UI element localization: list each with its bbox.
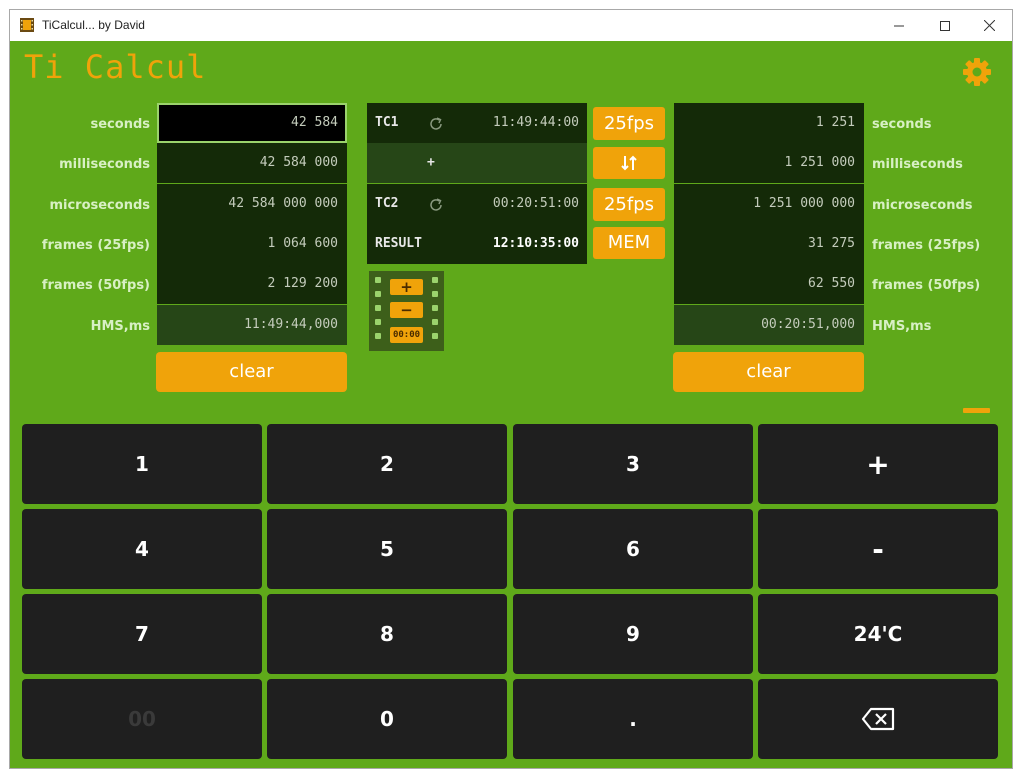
- right-hms-label: HMS,ms: [872, 319, 932, 334]
- key-8[interactable]: 8: [267, 594, 507, 674]
- main-content: Ti Calcul seconds milliseconds microseco…: [10, 41, 1012, 768]
- left-microseconds-label: microseconds: [49, 198, 150, 213]
- operator-sign: +: [427, 155, 435, 170]
- right-clear-button[interactable]: clear: [673, 352, 864, 392]
- minimize-icon: [894, 25, 904, 26]
- left-frames50-label: frames (50fps): [41, 278, 150, 293]
- right-microseconds-label: microseconds: [872, 198, 973, 213]
- backspace-icon: [861, 707, 895, 731]
- left-hms-label: HMS,ms: [90, 319, 150, 334]
- right-microseconds-field[interactable]: 1 251 000 000: [674, 184, 864, 224]
- key-dot[interactable]: .: [513, 679, 753, 759]
- close-button[interactable]: [966, 10, 1012, 41]
- left-hms-field[interactable]: 11:49:44,000: [157, 305, 347, 345]
- right-frames25-label: frames (25fps): [872, 238, 981, 253]
- left-milliseconds-label: milliseconds: [59, 157, 150, 172]
- tc2-label: TC2: [375, 196, 399, 211]
- key-plus[interactable]: +: [758, 424, 998, 504]
- key-6[interactable]: 6: [513, 509, 753, 589]
- right-frames50-field[interactable]: 62 550: [674, 264, 864, 304]
- tc1-label: TC1: [375, 115, 399, 130]
- tc2-fps-button[interactable]: 25fps: [593, 188, 665, 221]
- right-seconds-field[interactable]: 1 251: [674, 103, 864, 143]
- film-time-button[interactable]: 00:00: [390, 327, 423, 343]
- maximize-button[interactable]: [922, 10, 968, 41]
- tc1-fps-button[interactable]: 25fps: [593, 107, 665, 140]
- key-1[interactable]: 1: [22, 424, 262, 504]
- right-frames50-label: frames (50fps): [872, 278, 981, 293]
- tc1-value: 11:49:44:00: [492, 115, 579, 130]
- window-title: TiCalcul... by David: [42, 18, 145, 32]
- left-seconds-label: seconds: [90, 117, 151, 132]
- refresh-icon[interactable]: [427, 115, 445, 133]
- tc2-row[interactable]: TC2 00:20:51:00: [367, 184, 587, 224]
- refresh-icon[interactable]: [427, 196, 445, 214]
- minus-indicator: [963, 408, 990, 413]
- key-tc-toggle[interactable]: 24'C: [758, 594, 998, 674]
- app-window: TiCalcul... by David Ti Calcul seconds m…: [9, 9, 1013, 769]
- key-backspace[interactable]: [758, 679, 998, 759]
- result-label: RESULT: [375, 236, 422, 251]
- left-clear-button[interactable]: clear: [156, 352, 347, 392]
- result-row: RESULT 12:10:35:00: [367, 224, 587, 264]
- right-frames25-field[interactable]: 31 275: [674, 224, 864, 264]
- operator-row[interactable]: +: [367, 143, 587, 183]
- gear-icon[interactable]: [962, 57, 992, 87]
- left-frames25-field[interactable]: 1 064 600: [157, 224, 347, 264]
- film-minus-button[interactable]: −: [390, 302, 423, 318]
- key-3[interactable]: 3: [513, 424, 753, 504]
- swap-arrows-icon: [621, 155, 637, 171]
- key-7[interactable]: 7: [22, 594, 262, 674]
- close-icon: [983, 20, 995, 31]
- key-minus[interactable]: -: [758, 509, 998, 589]
- key-00[interactable]: 00: [22, 679, 262, 759]
- key-4[interactable]: 4: [22, 509, 262, 589]
- left-frames50-field[interactable]: 2 129 200: [157, 264, 347, 304]
- swap-button[interactable]: [593, 147, 665, 179]
- right-hms-field[interactable]: 00:20:51,000: [674, 305, 864, 345]
- title-bar: TiCalcul... by David: [10, 10, 1012, 41]
- left-microseconds-field[interactable]: 42 584 000 000: [157, 184, 347, 224]
- minimize-button[interactable]: [876, 10, 922, 41]
- tc2-value: 00:20:51:00: [492, 196, 579, 211]
- right-milliseconds-label: milliseconds: [872, 157, 963, 172]
- key-9[interactable]: 9: [513, 594, 753, 674]
- tc1-row[interactable]: TC1 11:49:44:00: [367, 103, 587, 143]
- left-frames25-label: frames (25fps): [41, 238, 150, 253]
- result-value: 12:10:35:00: [492, 236, 579, 251]
- left-milliseconds-field[interactable]: 42 584 000: [157, 143, 347, 183]
- app-icon: [20, 18, 34, 32]
- film-strip-icon[interactable]: + − 00:00: [369, 271, 444, 351]
- key-2[interactable]: 2: [267, 424, 507, 504]
- right-seconds-label: seconds: [872, 117, 932, 132]
- key-5[interactable]: 5: [267, 509, 507, 589]
- key-0[interactable]: 0: [267, 679, 507, 759]
- right-milliseconds-field[interactable]: 1 251 000: [674, 143, 864, 183]
- app-title: Ti Calcul: [24, 48, 207, 86]
- film-plus-button[interactable]: +: [390, 279, 423, 295]
- mem-button[interactable]: MEM: [593, 227, 665, 259]
- left-seconds-field[interactable]: 42 584: [157, 103, 347, 143]
- maximize-icon: [940, 20, 950, 31]
